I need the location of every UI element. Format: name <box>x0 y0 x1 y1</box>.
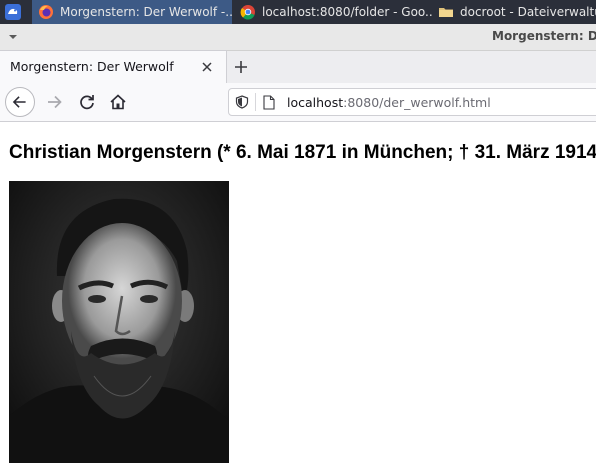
task-firefox[interactable]: Morgenstern: Der Werwolf -... <box>32 0 232 24</box>
url-bar[interactable]: localhost:8080/der_werwolf.html <box>228 88 596 116</box>
back-icon[interactable] <box>5 87 35 117</box>
os-taskbar: Morgenstern: Der Werwolf -... localhost:… <box>0 0 596 24</box>
tab-active[interactable]: Morgenstern: Der Werwolf <box>0 51 226 83</box>
window-titlebar: Morgenstern: Der <box>0 24 596 51</box>
navigation-toolbar: localhost:8080/der_werwolf.html <box>0 83 596 122</box>
tab-title: Morgenstern: Der Werwolf <box>10 59 174 74</box>
tracking-protection-icon[interactable] <box>235 95 249 109</box>
firefox-icon <box>39 5 53 19</box>
folder-icon <box>439 8 453 17</box>
close-tab-icon[interactable] <box>200 60 214 74</box>
page-viewport: Christian Morgenstern (* 6. Mai 1871 in … <box>0 122 596 463</box>
page-heading: Christian Morgenstern (* 6. Mai 1871 in … <box>9 142 596 163</box>
start-menu-icon[interactable] <box>4 3 22 21</box>
task-label: localhost:8080/folder - Goo... <box>262 5 432 19</box>
task-chrome[interactable]: localhost:8080/folder - Goo... <box>234 0 432 24</box>
reload-icon[interactable] <box>72 87 102 117</box>
home-icon[interactable] <box>103 87 133 117</box>
urlbar-divider <box>255 93 256 111</box>
task-label: docroot - Dateiverwaltu <box>460 5 596 19</box>
url-text[interactable]: localhost:8080/der_werwolf.html <box>287 95 491 110</box>
task-label: Morgenstern: Der Werwolf -... <box>60 5 232 19</box>
url-path: :8080/der_werwolf.html <box>343 95 491 110</box>
window-menu-icon[interactable] <box>8 33 18 41</box>
window-title: Morgenstern: Der <box>492 29 596 43</box>
tab-strip: Morgenstern: Der Werwolf <box>0 51 596 84</box>
chrome-icon <box>240 5 255 20</box>
task-file-manager[interactable]: docroot - Dateiverwaltu <box>432 0 596 24</box>
portrait-photo <box>9 181 229 463</box>
page-info-icon[interactable] <box>263 95 275 110</box>
forward-icon[interactable] <box>40 87 70 117</box>
new-tab-icon[interactable] <box>233 59 249 75</box>
url-host: localhost <box>287 95 344 110</box>
